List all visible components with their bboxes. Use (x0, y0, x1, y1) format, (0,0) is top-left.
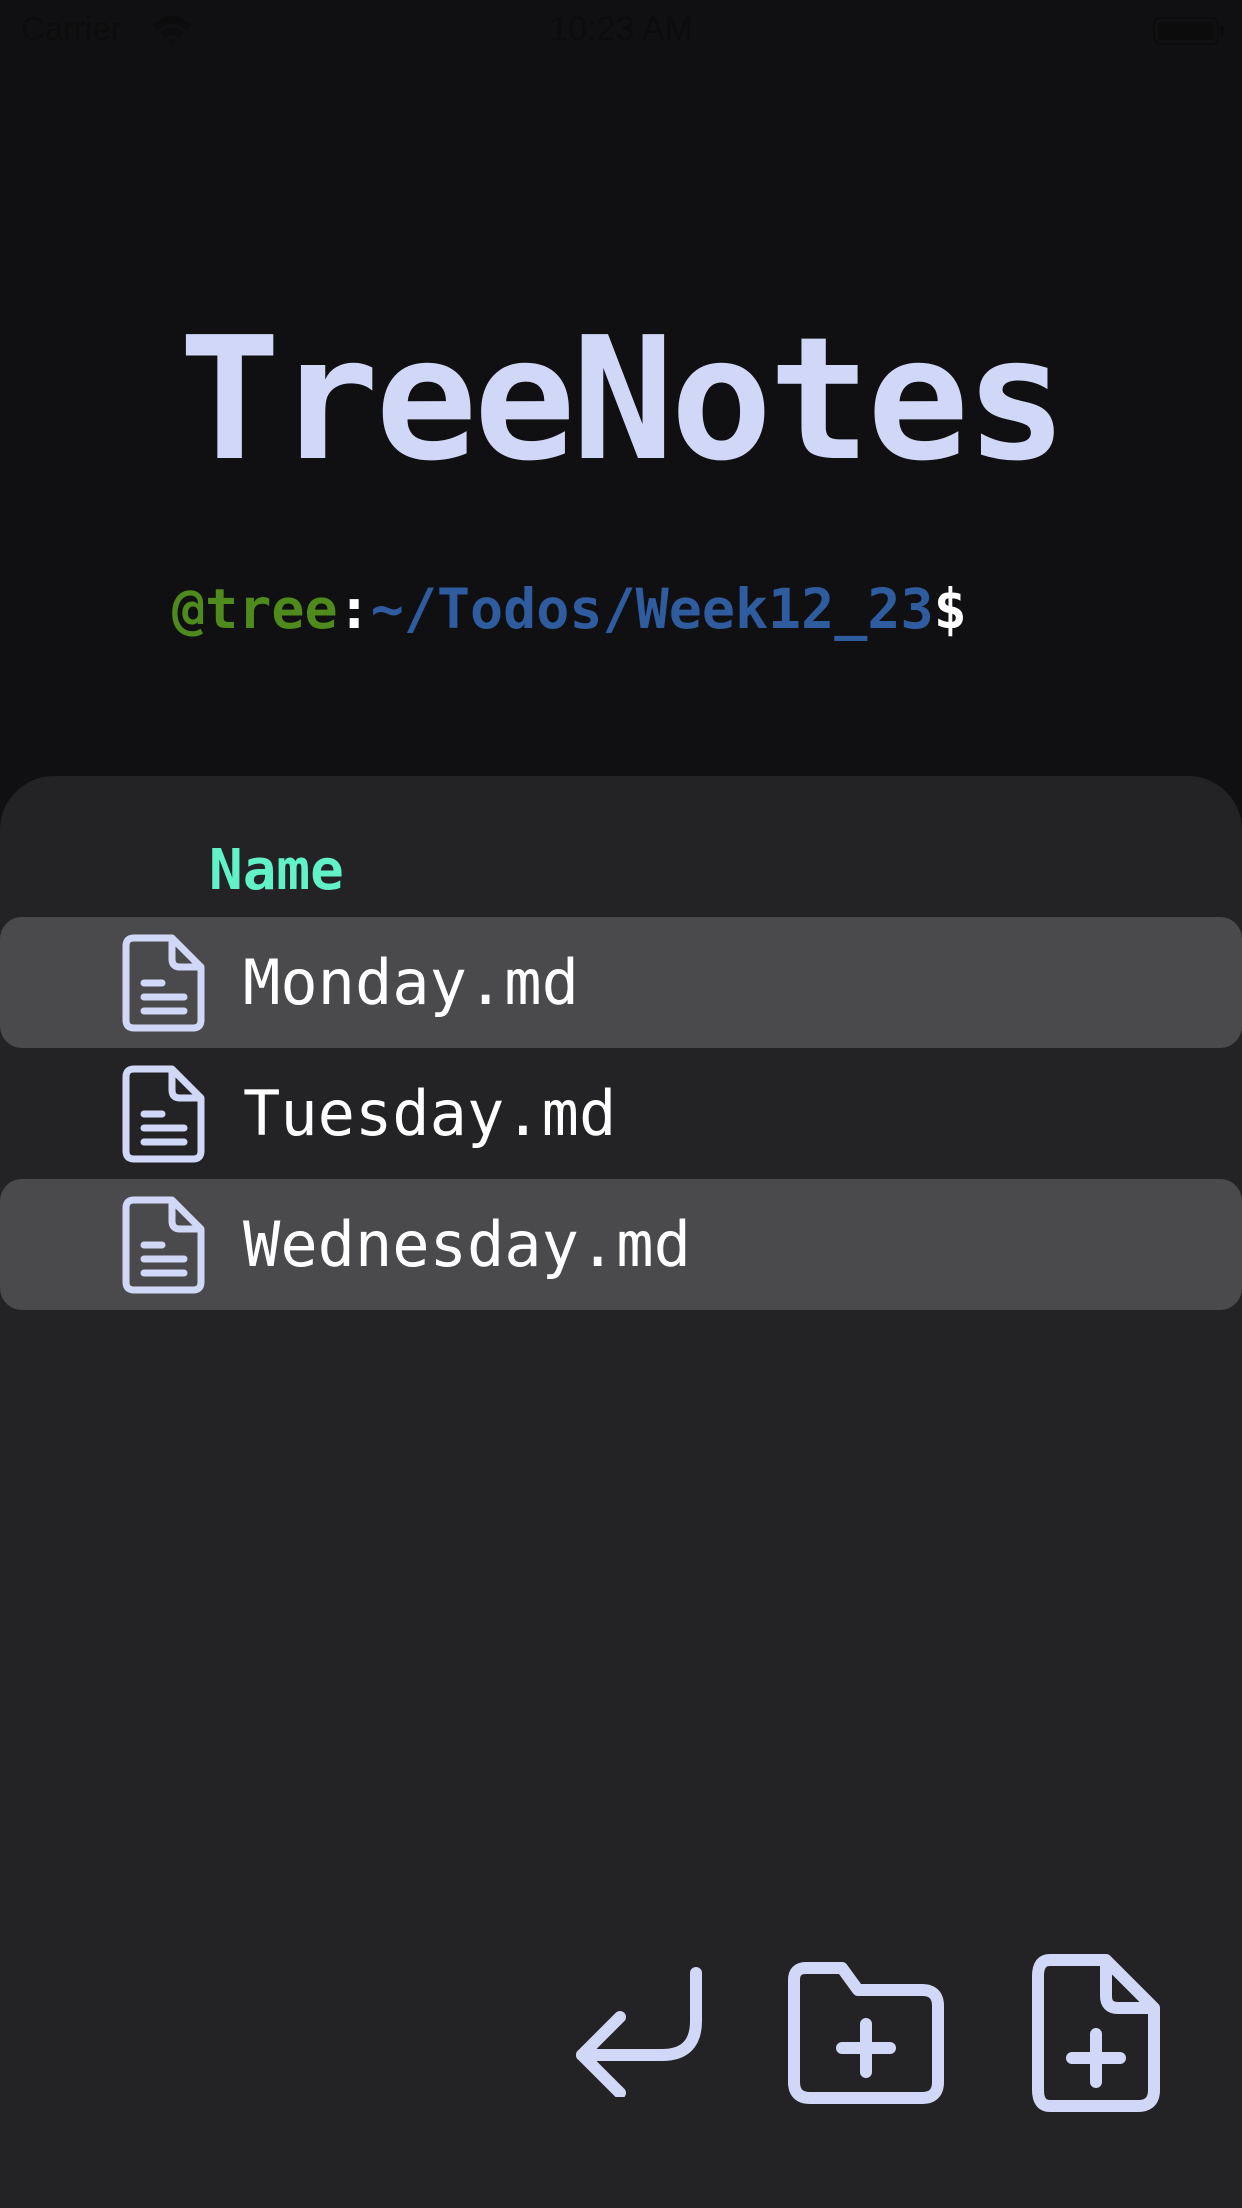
new-file-button[interactable] (1032, 1954, 1160, 2112)
back-button[interactable] (570, 1965, 704, 2097)
file-plus-icon (1032, 1954, 1160, 2112)
file-row-wednesday[interactable]: Wednesday.md (0, 1179, 1242, 1310)
battery-icon (1153, 16, 1225, 46)
status-time: 10:23 AM (549, 10, 693, 48)
prompt-separator: : (337, 577, 371, 641)
app-title: TreeNotes (178, 301, 1067, 499)
document-icon (122, 933, 206, 1033)
file-name: Monday.md (243, 946, 579, 1019)
status-bar: Carrier 10:23 AM (0, 0, 1242, 60)
file-name: Wednesday.md (243, 1208, 691, 1281)
return-arrow-icon (570, 1965, 704, 2097)
prompt-path: ~/Todos/Week12_23 (370, 577, 934, 641)
file-row-monday[interactable]: Monday.md (0, 917, 1242, 1048)
prompt-user: @tree (172, 577, 338, 641)
column-header-name: Name (209, 838, 344, 903)
prompt-symbol: $ (933, 577, 967, 641)
document-icon (122, 1064, 206, 1164)
new-folder-button[interactable] (788, 1962, 944, 2104)
path-prompt: @tree:~/Todos/Week12_23$ (172, 574, 967, 644)
file-row-tuesday[interactable]: Tuesday.md (0, 1048, 1242, 1179)
document-icon (122, 1195, 206, 1295)
folder-plus-icon (788, 1962, 944, 2104)
file-name: Tuesday.md (243, 1077, 617, 1150)
